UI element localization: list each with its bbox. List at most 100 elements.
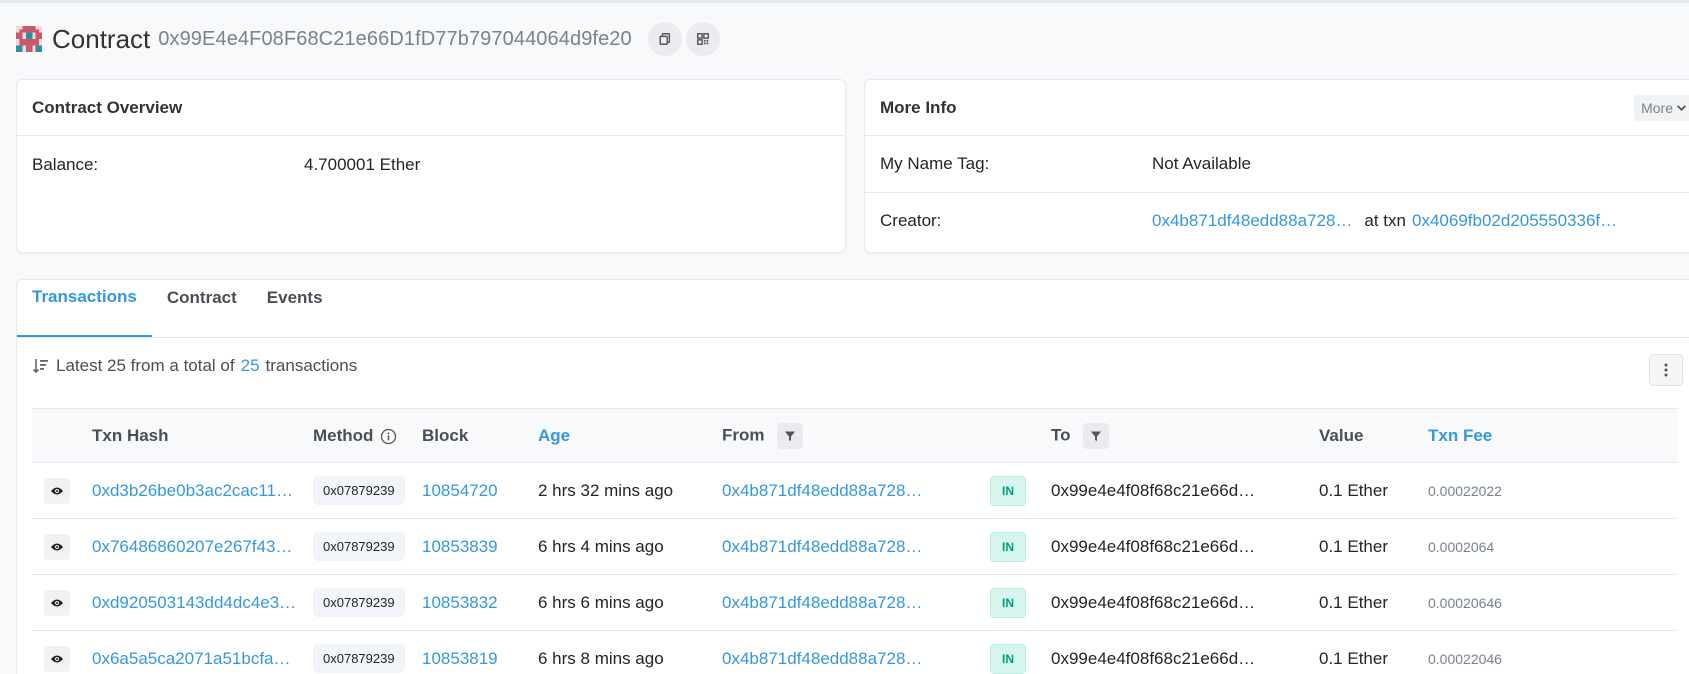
age-cell: 6 hrs 8 mins ago — [538, 630, 722, 674]
view-details-button[interactable] — [44, 645, 70, 672]
header-spacer — [32, 409, 92, 463]
age-cell: 6 hrs 4 mins ago — [538, 518, 722, 575]
table-row: 0x76486860207e267f43… 0x07879239 1085383… — [32, 518, 1678, 575]
block-link[interactable]: 10853832 — [422, 593, 498, 612]
block-cell: 10853839 — [422, 518, 538, 575]
summary-prefix: Latest 25 from a total of — [56, 356, 235, 375]
balance-row: Balance: 4.700001 Ether — [17, 136, 845, 194]
vertical-ellipsis-icon — [1664, 363, 1668, 377]
row-actions — [32, 462, 92, 519]
row-actions — [32, 574, 92, 631]
header-from-label: From — [722, 424, 765, 444]
txn-hash-link[interactable]: 0xd920503143dd4dc4e3… — [92, 593, 296, 612]
direction-badge: IN — [990, 587, 1026, 618]
direction-cell: IN — [990, 574, 1051, 631]
tab-transactions[interactable]: Transactions — [17, 279, 152, 337]
contract-address: 0x99E4e4F08F68C21e66D1fD77b797044064d9fe… — [158, 27, 632, 50]
contract-identicon-icon — [16, 26, 42, 52]
method-badge: 0x07879239 — [313, 532, 405, 561]
filter-icon — [785, 431, 796, 441]
header-age-label[interactable]: Age — [538, 426, 570, 445]
fee-value: 0.00022022 — [1428, 482, 1502, 499]
copy-address-button[interactable] — [647, 22, 682, 56]
txn-hash-link[interactable]: 0x6a5a5ca2071a51bcfa… — [92, 649, 291, 668]
age-cell: 2 hrs 32 mins ago — [538, 462, 722, 519]
view-details-button[interactable] — [44, 533, 70, 560]
method-badge: 0x07879239 — [313, 644, 405, 673]
direction-badge: IN — [990, 531, 1026, 562]
direction-badge: IN — [990, 643, 1026, 674]
header-from: From — [722, 409, 990, 463]
value-cell: 0.1 Ether — [1319, 574, 1428, 631]
fee-cell: 0.00022022 — [1428, 462, 1678, 519]
header-direction — [990, 409, 1051, 463]
more-info-heading: More Info — [880, 97, 957, 117]
creator-label: Creator: — [880, 210, 942, 230]
table-header-row: Txn Hash Method Block Age From To Value … — [32, 408, 1678, 463]
header-block: Block — [422, 425, 469, 445]
summary-suffix: transactions — [265, 356, 358, 375]
row-actions — [32, 518, 92, 575]
creator-address-link[interactable]: 0x4b871df48edd88a728… — [1152, 211, 1352, 231]
more-info-header: More Info More — [865, 80, 1689, 136]
header-method: Method — [313, 409, 422, 463]
header-txn-fee-label[interactable]: Txn Fee — [1428, 426, 1492, 445]
name-tag-value: Not Available — [1152, 154, 1251, 173]
table-row: 0xd920503143dd4dc4e3… 0x07879239 1085383… — [32, 574, 1678, 631]
qr-code-button[interactable] — [685, 22, 720, 56]
fee-value: 0.0002064 — [1428, 538, 1495, 555]
creator-row: Creator: 0x4b871df48edd88a728… at txn 0x… — [865, 192, 1689, 248]
page-header: Contract 0x99E4e4F08F68C21e66D1fD77b7970… — [16, 21, 720, 57]
from-cell: 0x4b871df48edd88a728… — [722, 574, 990, 631]
value-cell: 0.1 Ether — [1319, 630, 1428, 674]
to-cell: 0x99e4e4f08f68c21e66d… — [1051, 462, 1319, 519]
txn-hash-cell: 0x6a5a5ca2071a51bcfa… — [92, 630, 313, 674]
method-cell: 0x07879239 — [313, 462, 422, 519]
eye-icon — [51, 543, 63, 550]
view-details-button[interactable] — [44, 477, 70, 504]
more-label: More — [1641, 99, 1673, 116]
txn-hash-link[interactable]: 0x76486860207e267f43… — [92, 537, 292, 556]
direction-cell: IN — [990, 462, 1051, 519]
from-cell: 0x4b871df48edd88a728… — [722, 518, 990, 575]
header-txn-fee[interactable]: Txn Fee — [1428, 409, 1678, 463]
table-options-button[interactable] — [1649, 354, 1683, 386]
header-to-label: To — [1051, 424, 1071, 444]
from-address-link[interactable]: 0x4b871df48edd88a728… — [722, 649, 922, 668]
txn-hash-link[interactable]: 0xd3b26be0b3ac2cac11… — [92, 481, 293, 500]
tab-events[interactable]: Events — [252, 279, 338, 337]
eye-icon — [51, 655, 63, 662]
name-tag-label: My Name Tag: — [880, 154, 990, 173]
from-cell: 0x4b871df48edd88a728… — [722, 462, 990, 519]
eye-icon — [51, 487, 63, 494]
block-link[interactable]: 10853819 — [422, 649, 498, 668]
creator-txn-link[interactable]: 0x4069fb02d205550336f… — [1412, 211, 1617, 231]
name-tag-row: My Name Tag: Not Available — [865, 136, 1689, 192]
method-badge: 0x07879239 — [313, 476, 405, 505]
more-dropdown-button[interactable]: More — [1634, 94, 1689, 121]
transactions-table: Txn Hash Method Block Age From To Value … — [32, 408, 1678, 674]
filter-icon — [1091, 431, 1102, 441]
at-txn-label: at txn — [1364, 210, 1406, 230]
balance-value: 4.700001 Ether — [304, 155, 421, 174]
fee-value: 0.00020646 — [1428, 594, 1502, 611]
view-details-button[interactable] — [44, 589, 70, 616]
to-filter-button[interactable] — [1083, 422, 1110, 449]
from-address-link[interactable]: 0x4b871df48edd88a728… — [722, 481, 922, 500]
age-cell: 6 hrs 6 mins ago — [538, 574, 722, 631]
from-address-link[interactable]: 0x4b871df48edd88a728… — [722, 593, 922, 612]
block-cell: 10853832 — [422, 574, 538, 631]
transactions-card: Transactions Contract Events Latest 25 f… — [16, 279, 1689, 674]
header-age[interactable]: Age — [538, 409, 722, 463]
tab-bar: Transactions Contract Events — [17, 280, 1689, 338]
block-link[interactable]: 10853839 — [422, 537, 498, 556]
from-filter-button[interactable] — [777, 422, 804, 449]
tab-contract[interactable]: Contract — [152, 279, 252, 337]
fee-value: 0.00022046 — [1428, 650, 1502, 667]
sort-desc-icon — [32, 359, 48, 374]
block-link[interactable]: 10854720 — [422, 481, 498, 500]
info-circle-icon[interactable] — [380, 428, 397, 445]
direction-badge: IN — [990, 475, 1026, 506]
from-address-link[interactable]: 0x4b871df48edd88a728… — [722, 537, 922, 556]
transactions-summary: Latest 25 from a total of 25 transaction… — [32, 356, 357, 376]
